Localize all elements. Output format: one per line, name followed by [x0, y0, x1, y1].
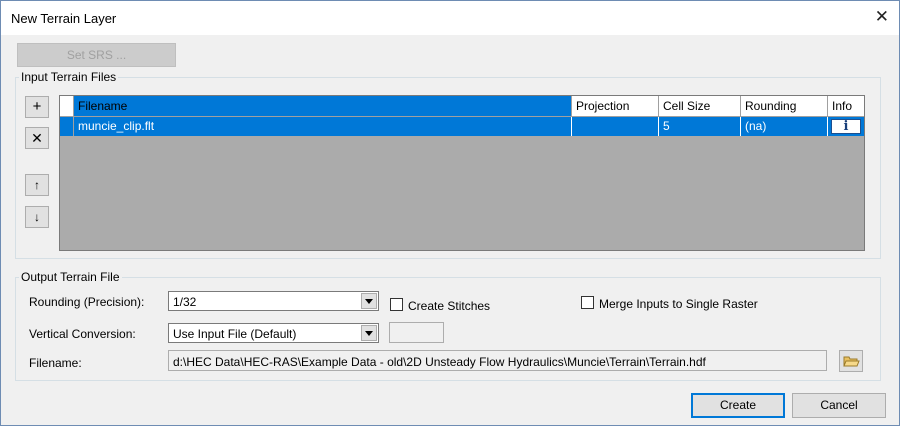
close-icon[interactable]: ✕ [875, 8, 889, 26]
add-file-button[interactable]: + [25, 96, 49, 118]
column-header-cell-size[interactable]: Cell Size [659, 96, 741, 116]
cancel-button[interactable]: Cancel [792, 393, 886, 418]
column-header-filename[interactable]: Filename [74, 96, 572, 116]
rounding-precision-value: 1/32 [173, 295, 197, 309]
title-bar: New Terrain Layer ✕ [1, 1, 899, 35]
vertical-conversion-extra-field[interactable] [389, 322, 444, 343]
move-up-button[interactable]: ↑ [25, 174, 49, 196]
rounding-precision-select[interactable]: 1/32 [168, 291, 379, 311]
vertical-conversion-value: Use Input File (Default) [173, 327, 297, 341]
create-stitches-label: Create Stitches [408, 299, 491, 313]
column-header-projection[interactable]: Projection [572, 96, 659, 116]
folder-icon [843, 356, 860, 367]
output-terrain-file-label: Output Terrain File [19, 270, 122, 284]
column-header-info[interactable]: Info [828, 96, 864, 116]
move-down-button[interactable]: ↓ [25, 206, 49, 228]
arrow-up-icon: ↑ [34, 178, 40, 192]
set-srs-button[interactable]: Set SRS ... [17, 43, 176, 67]
column-header-rounding[interactable]: Rounding [741, 96, 828, 116]
arrow-down-icon: ↓ [34, 210, 40, 224]
rounding-precision-label: Rounding (Precision): [29, 295, 145, 309]
input-terrain-files-label: Input Terrain Files [19, 70, 119, 84]
plus-icon: + [32, 98, 42, 115]
info-icon[interactable]: i [831, 119, 861, 134]
browse-folder-button[interactable] [839, 350, 863, 372]
vertical-conversion-label: Vertical Conversion: [29, 327, 136, 341]
filename-label: Filename: [29, 356, 82, 370]
cell-filename[interactable]: muncie_clip.flt [74, 117, 572, 136]
vertical-conversion-select[interactable]: Use Input File (Default) [168, 323, 379, 343]
cell-rounding[interactable]: (na) [741, 117, 828, 136]
output-filename-value: d:\HEC Data\HEC-RAS\Example Data - old\2… [173, 355, 706, 369]
new-terrain-layer-dialog: New Terrain Layer ✕ Set SRS ... Input Te… [0, 0, 900, 426]
table-row[interactable]: muncie_clip.flt 5 (na) i [60, 117, 864, 136]
cell-projection[interactable] [572, 117, 659, 136]
close-icon: ✕ [31, 130, 43, 146]
create-stitches-checkbox[interactable] [390, 298, 403, 311]
create-button[interactable]: Create [691, 393, 785, 418]
merge-inputs-label: Merge Inputs to Single Raster [599, 297, 758, 311]
grid-corner [60, 96, 74, 116]
row-selector[interactable] [60, 117, 74, 136]
cell-info: i [828, 117, 864, 136]
cell-cell-size[interactable]: 5 [659, 117, 741, 136]
input-files-grid: Filename Projection Cell Size Rounding I… [59, 95, 865, 251]
chevron-down-icon[interactable] [361, 293, 377, 309]
remove-file-button[interactable]: ✕ [25, 127, 49, 149]
window-title: New Terrain Layer [11, 11, 117, 26]
output-filename-field[interactable]: d:\HEC Data\HEC-RAS\Example Data - old\2… [168, 350, 827, 371]
merge-inputs-checkbox[interactable] [581, 296, 594, 309]
chevron-down-icon[interactable] [361, 325, 377, 341]
grid-header: Filename Projection Cell Size Rounding I… [60, 96, 864, 117]
